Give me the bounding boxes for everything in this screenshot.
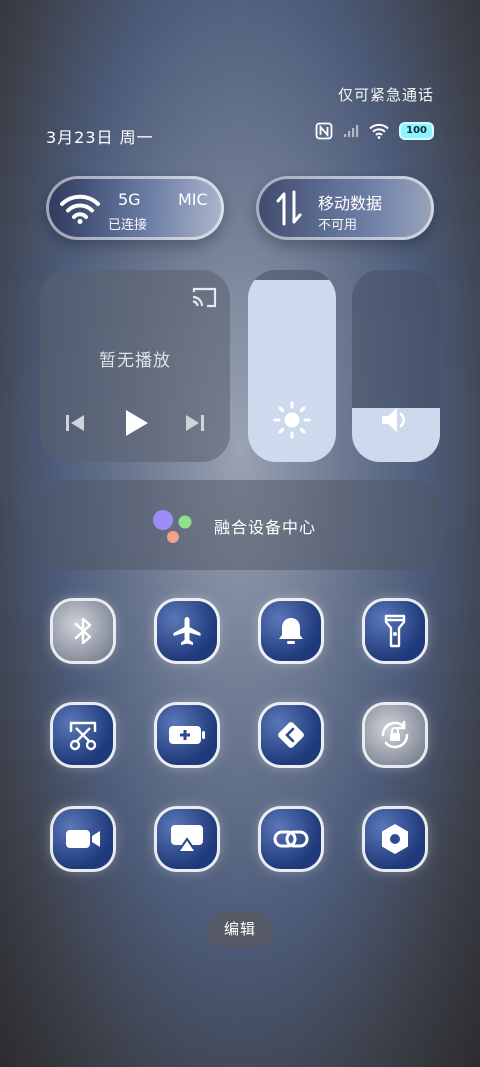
- brightness-slider[interactable]: [248, 270, 336, 462]
- battery-plus-icon: [169, 726, 205, 744]
- nfc-icon: [315, 122, 333, 140]
- link-share-toggle[interactable]: [261, 809, 321, 869]
- hex-nut-icon: [382, 824, 408, 854]
- signal-icon: [344, 125, 359, 137]
- speaker-icon: [382, 408, 405, 432]
- wifi-network-name: 5G: [118, 190, 141, 209]
- settings-toggle[interactable]: [365, 809, 425, 869]
- status-icons: 100: [315, 122, 434, 140]
- mobile-data-tile[interactable]: 移动数据 不可用: [256, 176, 434, 240]
- data-arrows-icon: [276, 190, 302, 226]
- edit-button[interactable]: 编辑: [207, 911, 273, 947]
- screenshot-toggle[interactable]: [53, 705, 113, 765]
- battery-saver-toggle[interactable]: [157, 705, 217, 765]
- bell-icon: [279, 618, 303, 644]
- flashlight-icon: [384, 614, 406, 648]
- video-camera-icon: [66, 830, 100, 848]
- airplane-mode-toggle[interactable]: [157, 601, 217, 661]
- rotate-lock-icon: [381, 720, 409, 749]
- cast-icon[interactable]: [190, 286, 218, 310]
- ring-mode-toggle[interactable]: [261, 601, 321, 661]
- rotation-lock-toggle[interactable]: [365, 705, 425, 765]
- previous-track-icon[interactable]: [64, 412, 86, 434]
- wifi-icon: [60, 194, 100, 224]
- wifi-status-icon: [369, 123, 389, 139]
- device-center-label: 融合设备中心: [214, 518, 317, 537]
- device-center-card[interactable]: 融合设备中心: [40, 480, 440, 570]
- battery-indicator: 100: [399, 122, 434, 140]
- airplane-icon: [173, 617, 201, 645]
- next-track-icon[interactable]: [184, 412, 206, 434]
- screen-recorder-toggle[interactable]: [53, 809, 113, 869]
- screen-cast-toggle[interactable]: [157, 809, 217, 869]
- link-icon: [273, 830, 309, 848]
- wifi-tile[interactable]: 5G MIC 已连接: [46, 176, 224, 240]
- bluetooth-icon: [74, 617, 92, 645]
- emergency-calls-only-text: 仅可紧急通话: [337, 86, 434, 104]
- wifi-status: 已连接: [108, 218, 148, 233]
- device-center-logo-icon: [153, 510, 192, 543]
- play-icon[interactable]: [122, 408, 150, 438]
- media-empty-text: 暂无播放: [99, 351, 171, 371]
- flashlight-toggle[interactable]: [365, 601, 425, 661]
- scissors-icon: [69, 721, 97, 751]
- bluetooth-toggle[interactable]: [53, 601, 113, 661]
- diamond-link-icon: [278, 722, 304, 748]
- sun-icon: [273, 401, 311, 439]
- volume-slider[interactable]: [352, 270, 440, 462]
- cast-screen-icon: [171, 825, 203, 853]
- app-hub-toggle[interactable]: [261, 705, 321, 765]
- wifi-network-name-suffix: MIC: [178, 190, 208, 209]
- date-text: 3月23日 周一: [46, 128, 154, 147]
- media-player-card[interactable]: 暂无播放: [40, 270, 230, 462]
- mobile-data-status: 不可用: [318, 218, 358, 233]
- mobile-data-title: 移动数据: [318, 194, 383, 213]
